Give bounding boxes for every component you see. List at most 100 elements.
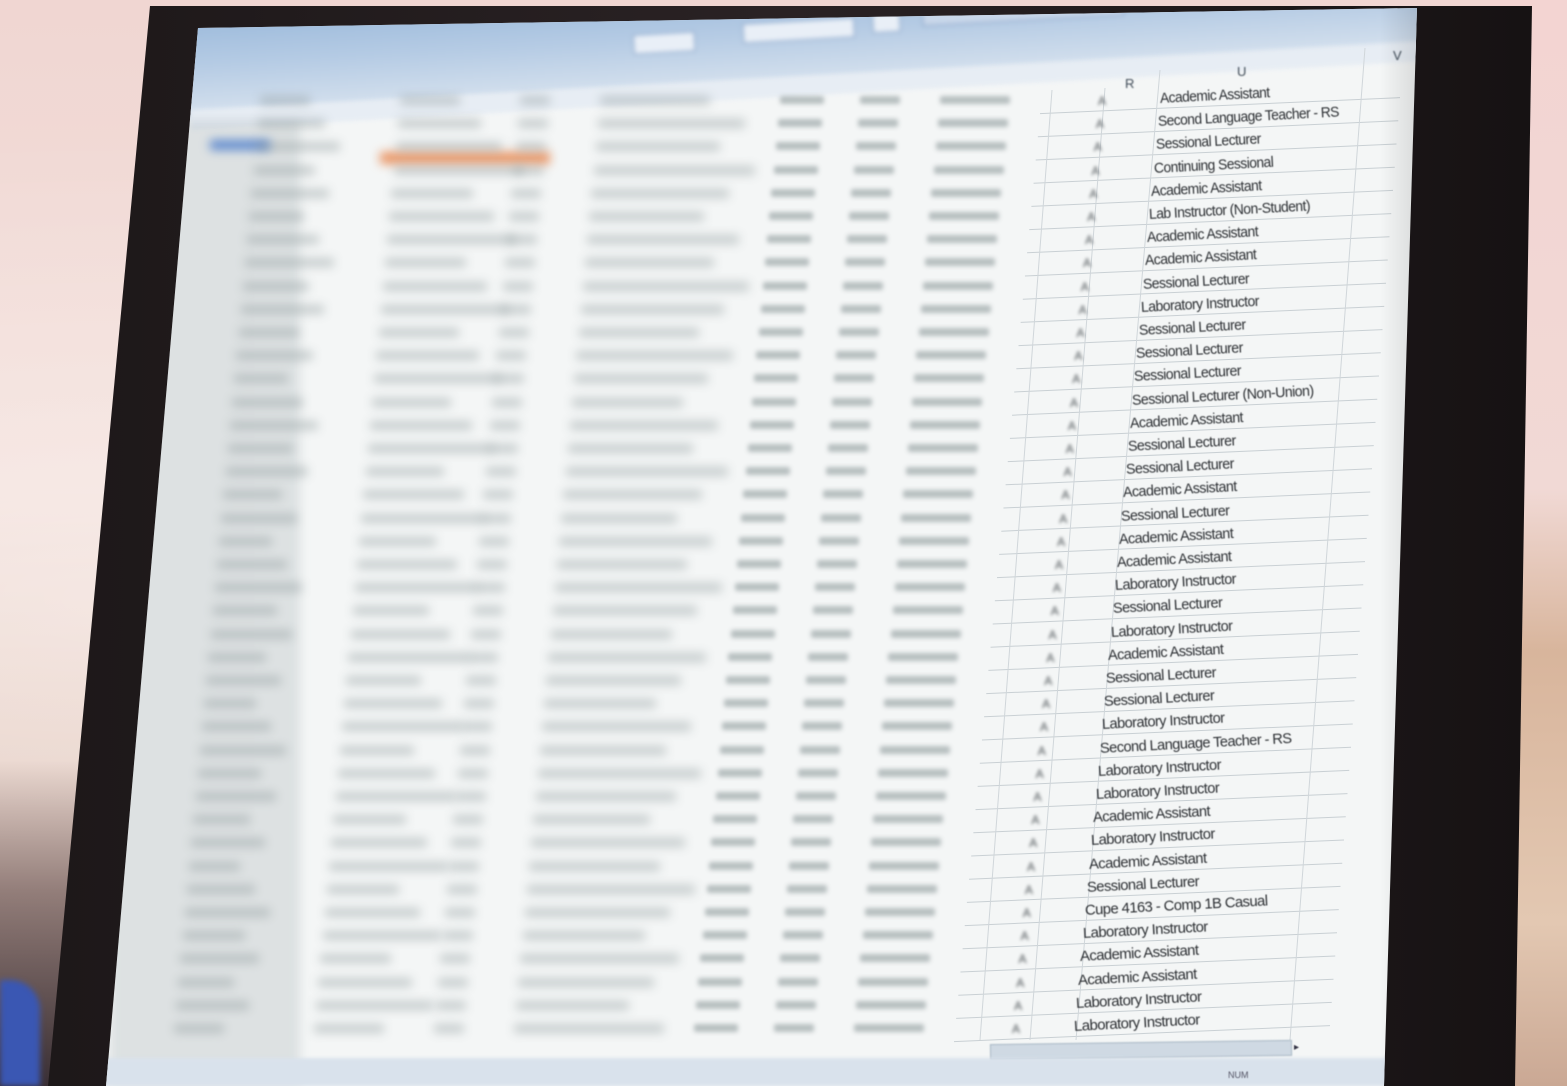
status-letter-cell[interactable]: A — [1012, 1022, 1020, 1036]
status-letter-cell[interactable]: A — [1068, 419, 1076, 433]
status-letter-cell[interactable]: A — [1049, 628, 1057, 642]
status-letter-cell[interactable]: A — [1053, 581, 1061, 595]
job-title-cell[interactable]: Academic Assistant — [1119, 525, 1234, 548]
job-title-cell[interactable]: Sessional Lecturer — [1125, 456, 1234, 479]
job-title-cell[interactable]: Laboratory Instructor — [1076, 988, 1202, 1012]
job-title-cell[interactable]: Laboratory Instructor — [1097, 756, 1221, 779]
job-title-cell[interactable]: Laboratory Instructor — [1082, 919, 1208, 943]
job-title-cell[interactable]: Academic Assistant — [1093, 803, 1211, 826]
blurred-cell — [446, 884, 477, 894]
status-letter-cell[interactable]: A — [1016, 976, 1024, 990]
job-title-cell[interactable]: Sessional Lecturer — [1121, 502, 1230, 525]
job-title-cell[interactable]: Academic Assistant — [1147, 223, 1259, 246]
job-title-cell[interactable]: Academic Assistant — [1129, 409, 1243, 432]
status-letter-cell[interactable]: A — [1079, 303, 1087, 317]
job-title-cell[interactable]: Second Language Teacher - RS — [1157, 104, 1339, 130]
status-letter-cell[interactable]: A — [1036, 767, 1044, 781]
job-title-cell[interactable]: Laboratory Instructor — [1140, 293, 1259, 316]
job-title-cell[interactable]: Sessional Lecturer — [1127, 432, 1236, 455]
blurred-cell — [600, 96, 710, 105]
job-title-cell[interactable]: Sessional Lecturer — [1134, 363, 1242, 386]
status-letter-cell[interactable]: A — [1064, 465, 1072, 479]
status-letter-cell[interactable]: A — [1027, 860, 1035, 874]
blurred-cell — [197, 768, 261, 778]
job-title-cell[interactable]: Sessional Lecturer — [1142, 270, 1249, 293]
status-letter-cell[interactable]: A — [1077, 326, 1085, 340]
blurred-cell — [888, 652, 959, 661]
status-letter-cell[interactable]: A — [1074, 349, 1082, 363]
blurred-cell — [569, 420, 718, 430]
job-title-cell[interactable]: Sessional Lecturer — [1086, 873, 1199, 896]
status-letter-cell[interactable]: A — [1057, 535, 1065, 549]
status-letter-cell[interactable]: A — [1085, 233, 1093, 247]
job-title-cell[interactable]: Laboratory Instructor — [1114, 571, 1236, 594]
status-letter-cell[interactable]: A — [1040, 720, 1048, 734]
status-letter-cell[interactable]: A — [1089, 187, 1097, 201]
status-letter-cell[interactable]: A — [1031, 813, 1039, 827]
job-title-cell[interactable]: Sessional Lecturer — [1104, 687, 1215, 710]
job-title-cell[interactable]: Academic Assistant — [1123, 478, 1238, 501]
job-title-cell[interactable]: Laboratory Instructor — [1095, 780, 1219, 803]
blurred-cell — [199, 745, 286, 755]
status-letter-cell[interactable]: A — [1044, 674, 1052, 688]
blurred-cell — [180, 954, 260, 964]
blurred-cell — [700, 954, 745, 963]
column-header-u[interactable]: U — [1237, 64, 1246, 79]
status-letter-cell[interactable]: A — [1094, 140, 1102, 154]
job-title-cell[interactable]: Laboratory Instructor — [1101, 710, 1224, 733]
job-title-cell[interactable]: Sessional Lecturer — [1106, 664, 1217, 687]
blurred-cell — [914, 374, 985, 383]
job-title-cell[interactable]: Sessional Lecturer — [1136, 340, 1244, 363]
blurred-cell — [186, 884, 255, 894]
status-letter-cell[interactable]: A — [1025, 883, 1033, 897]
job-title-cell[interactable]: Academic Assistant — [1151, 177, 1262, 200]
status-letter-cell[interactable]: A — [1021, 929, 1029, 943]
job-title-cell[interactable]: Academic Assistant — [1117, 548, 1232, 571]
status-letter-cell[interactable]: A — [1029, 836, 1037, 850]
job-title-cell[interactable]: Cupe 4163 - Comp 1B Casual — [1084, 892, 1267, 919]
status-letter-cell[interactable]: A — [1055, 558, 1063, 572]
status-letter-cell[interactable]: A — [1061, 488, 1069, 502]
job-title-cell[interactable]: Sessional Lecturer (Non-Union) — [1132, 382, 1314, 408]
status-letter-cell[interactable]: A — [1066, 442, 1074, 456]
ribbon-font-box[interactable] — [742, 17, 856, 44]
status-letter-cell[interactable]: A — [1081, 280, 1089, 294]
status-letter-cell[interactable]: A — [1034, 790, 1042, 804]
status-letter-cell[interactable]: A — [1096, 117, 1104, 131]
status-letter-cell[interactable]: A — [1023, 906, 1031, 920]
job-title-cell[interactable]: Continuing Sessional — [1153, 153, 1273, 176]
blurred-cell — [812, 606, 853, 615]
job-title-cell[interactable]: Academic Assistant — [1144, 247, 1256, 270]
job-title-cell[interactable]: Laboratory Instructor — [1091, 826, 1216, 849]
blurred-cell — [391, 188, 474, 198]
column-header-r[interactable]: R — [1125, 76, 1134, 91]
job-title-cell[interactable]: Laboratory Instructor — [1074, 1011, 1201, 1035]
job-title-cell[interactable]: Academic Assistant — [1160, 84, 1270, 107]
status-letter-cell[interactable]: A — [1059, 512, 1067, 526]
status-letter-cell[interactable]: A — [1092, 164, 1100, 178]
status-letter-cell[interactable]: A — [1018, 952, 1026, 966]
job-title-cell[interactable]: Lab Instructor (Non-Student) — [1149, 198, 1311, 223]
job-title-cell[interactable]: Second Language Teacher - RS — [1099, 730, 1291, 757]
scroll-right-arrow-icon[interactable]: ▸ — [1294, 1042, 1308, 1056]
status-letter-cell[interactable]: A — [1051, 604, 1059, 618]
status-letter-cell[interactable]: A — [1098, 94, 1106, 108]
job-title-cell[interactable]: Academic Assistant — [1078, 965, 1198, 988]
job-title-cell[interactable]: Sessional Lecturer — [1112, 595, 1222, 618]
ribbon-control[interactable] — [632, 31, 696, 55]
status-letter-cell[interactable]: A — [1014, 999, 1022, 1013]
job-title-cell[interactable]: Academic Assistant — [1089, 849, 1207, 872]
status-letter-cell[interactable]: A — [1087, 210, 1095, 224]
job-title-cell[interactable]: Sessional Lecturer — [1138, 316, 1245, 339]
status-letter-cell[interactable]: A — [1070, 396, 1078, 410]
status-letter-cell[interactable]: A — [1072, 372, 1080, 386]
job-title-cell[interactable]: Sessional Lecturer — [1155, 131, 1261, 153]
job-title-cell[interactable]: Academic Assistant — [1108, 641, 1224, 664]
blurred-cell — [193, 815, 251, 825]
status-letter-cell[interactable]: A — [1083, 256, 1091, 270]
job-title-cell[interactable]: Academic Assistant — [1080, 942, 1199, 965]
status-letter-cell[interactable]: A — [1046, 651, 1054, 665]
job-title-cell[interactable]: Laboratory Instructor — [1110, 617, 1232, 640]
status-letter-cell[interactable]: A — [1042, 697, 1050, 711]
status-letter-cell[interactable]: A — [1038, 744, 1046, 758]
